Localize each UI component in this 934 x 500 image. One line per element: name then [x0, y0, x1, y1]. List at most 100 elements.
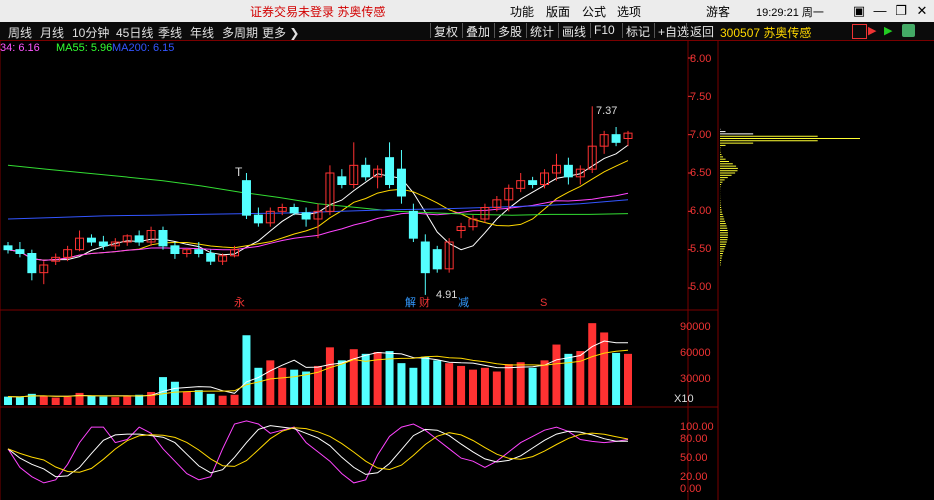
btn-f10[interactable]: F10 [590, 23, 618, 38]
volume-bar [540, 360, 549, 405]
btn-overlay[interactable]: 叠加 [462, 23, 493, 39]
volume-bar [337, 360, 346, 405]
period-year[interactable]: 年线 [190, 24, 214, 41]
candle-body [3, 245, 13, 251]
volume-bar [325, 347, 334, 405]
btn-multi-stock[interactable]: 多股 [494, 23, 525, 39]
restore-menu-icon[interactable]: ▣ [850, 2, 868, 20]
event-marker-5[interactable]: S [540, 297, 547, 309]
chevron-down-icon: ❯ [289, 26, 300, 40]
candle-body [432, 249, 442, 270]
btn-stats[interactable]: 统计 [526, 23, 557, 39]
event-marker-1[interactable]: 永 [234, 295, 245, 309]
high-label: 7.37 [596, 105, 617, 117]
chip-distribution [720, 124, 861, 266]
period-monthly[interactable]: 月线 [40, 24, 64, 41]
volume-bar [552, 344, 561, 405]
volume-bar [564, 353, 573, 405]
volume-bar [433, 360, 442, 405]
ind-tick-50: 50.00 [680, 452, 708, 464]
volume-bar [170, 381, 179, 405]
kdj-k-line [7, 425, 628, 478]
ind-tick-0: 0.00 [680, 483, 701, 495]
maximize-icon[interactable]: ❐ [892, 2, 910, 20]
volume-bar [504, 364, 513, 405]
user-label[interactable]: 游客 [706, 3, 730, 20]
list-icon[interactable] [852, 24, 867, 39]
volume-bar [218, 395, 227, 405]
volume-bar [302, 371, 311, 405]
volume-bar [242, 335, 251, 405]
volume-bar [278, 367, 287, 405]
volume-bar [624, 353, 632, 405]
volume-bar [39, 396, 48, 405]
volume-bar [15, 397, 24, 405]
volume-bar [4, 396, 12, 405]
window-title: 证券交易未登录 苏奥传感 [250, 5, 386, 19]
kline-chart[interactable]: 7.37 4.91 T 永 解 财 减 S 8.00 7.50 7.00 6.5… [0, 40, 934, 500]
volume-bar [111, 397, 120, 405]
volume-bar [230, 394, 239, 405]
menu-options[interactable]: 选项 [617, 3, 641, 20]
side-icon-group: ▶ ▶ [852, 24, 932, 40]
arrow-icon[interactable]: ▶ [884, 24, 897, 37]
volume-bar [612, 352, 621, 405]
candle-body [337, 176, 347, 185]
menu-function[interactable]: 功能 [510, 3, 534, 20]
volume-tick-90000: 90000 [680, 321, 711, 333]
ind-tick-100: 100.00 [680, 421, 714, 433]
price-tick-700: 7.00 [690, 129, 711, 141]
volume-unit: X10 [674, 393, 694, 405]
candle-body [611, 134, 621, 143]
btn-draw[interactable]: 画线 [558, 23, 589, 39]
period-more-label: 更多 [262, 26, 287, 40]
low-label: 4.91 [436, 289, 457, 301]
btn-fuquan[interactable]: 复权 [430, 23, 461, 39]
volume-bar [194, 390, 203, 405]
candle-body [206, 253, 216, 262]
volume-bar [421, 356, 430, 405]
candle-body [420, 241, 430, 274]
event-marker-4[interactable]: 减 [458, 296, 469, 309]
volume-bar [87, 395, 96, 405]
volume-tick-60000: 60000 [680, 347, 711, 359]
menu-layout[interactable]: 版面 [546, 3, 570, 20]
period-more[interactable]: 更多 ❯ [262, 24, 299, 41]
btn-back[interactable]: 返回 [686, 23, 717, 39]
price-tick-550: 5.50 [690, 243, 711, 255]
period-toolbar: 周线 月线 10分钟 45日线 季线 年线 多周期 更多 ❯ 复权 叠加 多股 … [0, 22, 934, 41]
ind-tick-80: 80.00 [680, 433, 708, 445]
close-icon[interactable]: ✕ [913, 2, 931, 20]
candle-body [134, 235, 144, 243]
volume-bar [63, 396, 72, 405]
play-icon[interactable]: ▶ [868, 24, 881, 37]
volume-bar [480, 367, 489, 405]
event-marker-3[interactable]: 财 [419, 295, 430, 309]
price-tick-800: 8.00 [690, 53, 711, 65]
volume-bar [75, 392, 84, 405]
stock-label: 300507 苏奥传感 [720, 26, 812, 40]
price-tick-500: 5.00 [690, 281, 711, 293]
candle-body [396, 168, 406, 197]
volume-bar [600, 332, 609, 405]
candle-body [241, 180, 251, 216]
btn-mark[interactable]: 标记 [622, 23, 653, 39]
menu-formula[interactable]: 公式 [582, 3, 606, 20]
volume-bar [206, 393, 215, 405]
event-marker-2[interactable]: 解 [405, 295, 416, 309]
candle-body [361, 164, 371, 178]
volume-bar [588, 323, 597, 405]
period-10min[interactable]: 10分钟 [72, 24, 109, 41]
period-weekly[interactable]: 周线 [8, 24, 32, 41]
period-quarter[interactable]: 季线 [158, 24, 182, 41]
grid-icon[interactable] [902, 24, 915, 37]
period-45day[interactable]: 45日线 [116, 24, 153, 41]
candle-body [98, 241, 108, 247]
kdj-d-line [7, 427, 629, 473]
minimize-icon[interactable]: — [871, 2, 889, 20]
kdj-lines [7, 420, 629, 484]
period-multi[interactable]: 多周期 [222, 24, 258, 41]
volume-bars [4, 323, 632, 405]
volume-bar [492, 371, 501, 405]
price-tick-600: 6.00 [690, 205, 711, 217]
